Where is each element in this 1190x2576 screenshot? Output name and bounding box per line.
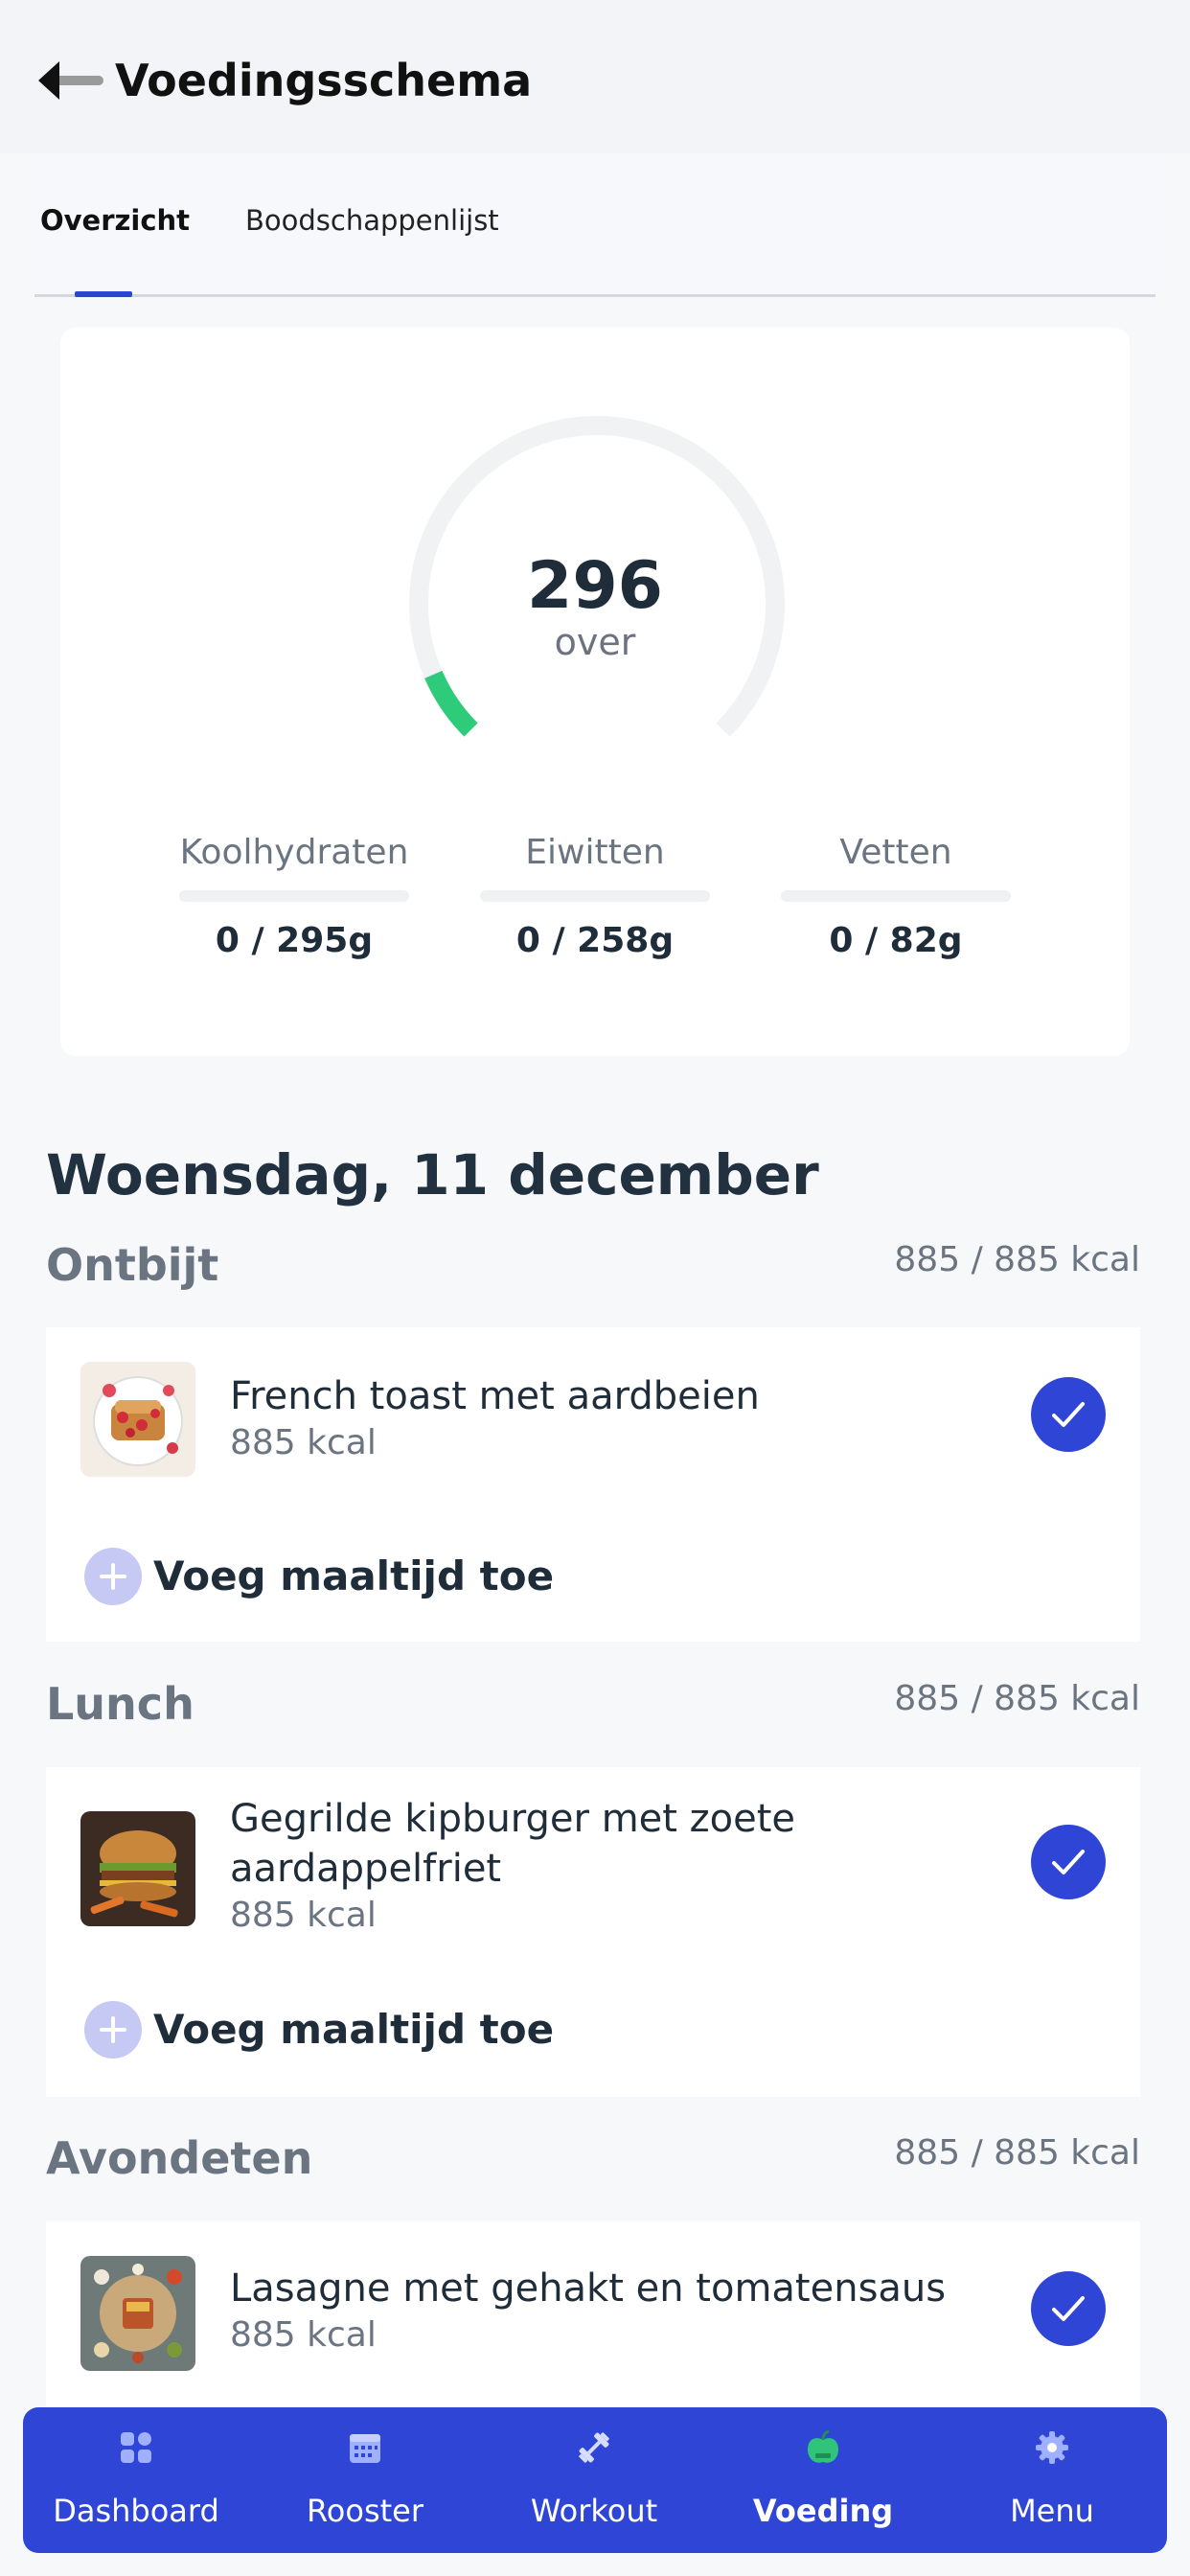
dashboard-icon bbox=[121, 2432, 151, 2463]
nav-dashboard[interactable]: Dashboard bbox=[40, 2407, 232, 2553]
nav-voeding[interactable]: Voeding bbox=[727, 2407, 919, 2553]
meal-title-avondeten: Avondeten bbox=[46, 2132, 313, 2184]
bottom-navigation: Dashboard Rooster Workout Voeding Menu bbox=[23, 2407, 1167, 2553]
meal-card-ontbijt: French toast met aardbeien 885 kcal Voeg… bbox=[46, 1327, 1140, 1642]
calendar-icon bbox=[350, 2434, 380, 2463]
macro-name: Koolhydraten bbox=[179, 833, 409, 872]
check-icon bbox=[1052, 1402, 1085, 1427]
page-title: Voedingsschema bbox=[115, 55, 533, 106]
nav-label: Voeding bbox=[752, 2493, 894, 2529]
nav-label: Dashboard bbox=[53, 2493, 219, 2529]
app-header: Voedingsschema bbox=[0, 0, 1190, 153]
nav-label: Workout bbox=[530, 2493, 658, 2529]
meal-total-lunch: 885 / 885 kcal bbox=[894, 1679, 1140, 1718]
tab-bar: Overzicht Boodschappenlijst bbox=[34, 153, 1156, 297]
meal-name: Lasagne met gehakt en tomatensaus bbox=[230, 2266, 947, 2311]
meal-image bbox=[80, 1811, 195, 1926]
check-icon bbox=[1052, 2296, 1085, 2321]
macro-carbs: Koolhydraten 0 / 295g bbox=[174, 831, 414, 963]
meal-name: Gegrilde kipburger met zoete aardappelfr… bbox=[230, 1797, 796, 1891]
meal-completed-button[interactable] bbox=[1031, 1377, 1106, 1452]
calories-remaining: 296 bbox=[527, 548, 663, 624]
meal-title-lunch: Lunch bbox=[46, 1678, 195, 1730]
meal-completed-button[interactable] bbox=[1031, 2271, 1106, 2346]
tab-boodschappenlijst[interactable]: Boodschappenlijst bbox=[245, 201, 499, 240]
macro-progress-bar bbox=[480, 890, 710, 902]
macro-name: Vetten bbox=[839, 833, 952, 872]
meal-completed-button[interactable] bbox=[1031, 1825, 1106, 1899]
macro-value: 0 / 295g bbox=[215, 921, 374, 960]
gear-icon bbox=[1036, 2431, 1068, 2464]
plus-icon bbox=[84, 2001, 142, 2058]
nav-workout[interactable]: Workout bbox=[498, 2407, 690, 2553]
back-arrow-icon[interactable] bbox=[34, 56, 105, 105]
macro-progress-bar bbox=[179, 890, 409, 902]
calorie-summary-card: 296 over Koolhydraten 0 / 295g Eiwitten … bbox=[60, 328, 1130, 1056]
meal-title-ontbijt: Ontbijt bbox=[46, 1239, 219, 1291]
macro-fat: Vetten 0 / 82g bbox=[776, 831, 1016, 963]
macro-value: 0 / 82g bbox=[829, 921, 963, 960]
add-meal-label: Voeg maaltijd toe bbox=[153, 2006, 555, 2053]
check-icon bbox=[1052, 1850, 1085, 1874]
meal-total-ontbijt: 885 / 885 kcal bbox=[894, 1240, 1140, 1279]
macro-value: 0 / 258g bbox=[515, 921, 675, 960]
apple-icon bbox=[808, 2429, 838, 2463]
meal-name: French toast met aardbeien bbox=[230, 1374, 760, 1418]
gauge-progress bbox=[424, 670, 478, 737]
nav-label: Rooster bbox=[306, 2493, 423, 2529]
calories-remaining-label: over bbox=[554, 621, 636, 663]
nav-rooster[interactable]: Rooster bbox=[269, 2407, 461, 2553]
date-heading: Woensdag, 11 december bbox=[46, 1142, 819, 1208]
meal-card-lunch: Gegrilde kipburger met zoete aardappelfr… bbox=[46, 1767, 1140, 2097]
meal-kcal: 885 kcal bbox=[230, 1423, 377, 1462]
active-tab-indicator bbox=[75, 291, 132, 297]
macro-protein: Eiwitten 0 / 258g bbox=[475, 831, 715, 963]
meal-card-avondeten: Lasagne met gehakt en tomatensaus 885 kc… bbox=[46, 2221, 1140, 2413]
meal-kcal: 885 kcal bbox=[230, 1896, 377, 1935]
nav-menu[interactable]: Menu bbox=[956, 2407, 1148, 2553]
tab-overzicht[interactable]: Overzicht bbox=[40, 201, 190, 240]
dumbbell-icon bbox=[579, 2432, 609, 2463]
meal-image bbox=[80, 1362, 195, 1477]
nav-label: Menu bbox=[1010, 2493, 1094, 2529]
meal-image bbox=[80, 2256, 195, 2371]
macro-progress-bar bbox=[781, 890, 1011, 902]
add-meal-label: Voeg maaltijd toe bbox=[153, 1552, 555, 1599]
plus-icon bbox=[84, 1548, 142, 1605]
macro-name: Eiwitten bbox=[525, 833, 665, 872]
meal-total-avondeten: 885 / 885 kcal bbox=[894, 2133, 1140, 2173]
meal-kcal: 885 kcal bbox=[230, 2315, 377, 2355]
